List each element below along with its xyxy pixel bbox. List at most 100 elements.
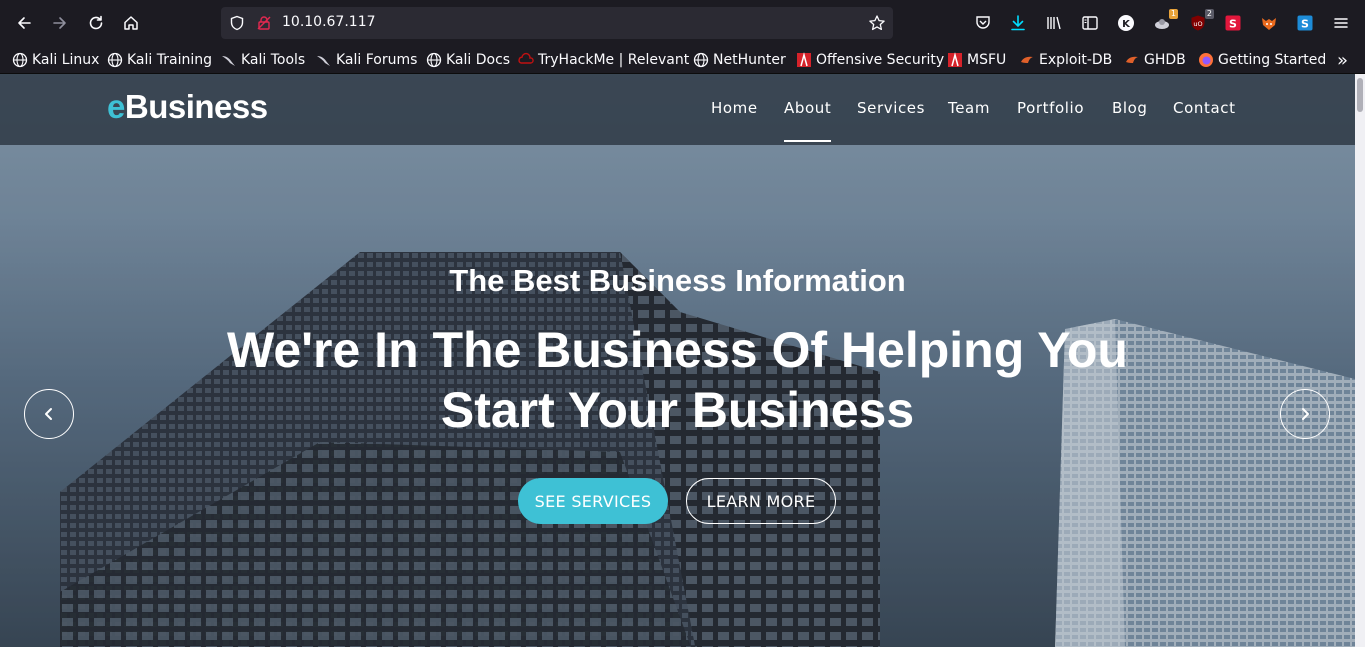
offsec-icon	[796, 52, 812, 68]
extension-k-button[interactable]: K	[1116, 13, 1136, 33]
extension-s-blue-button[interactable]: S	[1295, 13, 1315, 33]
bookmark-exploit-db[interactable]: Exploit-DB	[1019, 50, 1112, 70]
lock-icon[interactable]	[256, 15, 272, 31]
chevron-double-right-icon: »	[1337, 49, 1349, 71]
foxyproxy-button[interactable]	[1259, 13, 1279, 33]
menu-contact[interactable]: Contact	[1173, 99, 1236, 117]
logo-accent: e	[107, 88, 125, 125]
url-text[interactable]: 10.10.67.117	[282, 14, 376, 30]
app-menu-button[interactable]	[1331, 13, 1351, 33]
extension-s-button[interactable]: S	[1223, 13, 1243, 33]
bookmark-label: TryHackMe | Relevant	[538, 52, 690, 68]
tryhackme-icon	[518, 52, 534, 68]
back-button[interactable]	[10, 9, 38, 37]
ublock-button[interactable]: uO 2	[1188, 9, 1214, 33]
chevron-left-icon	[45, 408, 52, 420]
menu-services[interactable]: Services	[857, 99, 925, 117]
logo-text: Business	[124, 88, 268, 125]
pocket-button[interactable]	[973, 13, 993, 33]
library-icon	[1047, 16, 1061, 30]
globe-icon	[107, 52, 123, 68]
extension-s-icon: S	[1225, 15, 1241, 31]
menu-icon	[1334, 18, 1348, 28]
kali-dragon-icon	[316, 52, 332, 68]
extension-k-icon: K	[1118, 15, 1134, 31]
forward-button[interactable]	[46, 9, 74, 37]
kali-dragon-icon	[221, 52, 237, 68]
bookmarks-overflow-button[interactable]: »	[1337, 49, 1349, 71]
sidebar-icon	[1082, 16, 1098, 30]
extension-1-button[interactable]: 1	[1152, 9, 1178, 33]
globe-icon	[426, 52, 442, 68]
bookmark-nethunter[interactable]: NetHunter	[693, 50, 786, 70]
offsec-icon	[947, 52, 963, 68]
bookmark-label: NetHunter	[713, 52, 786, 68]
hero-subtitle: The Best Business Information	[449, 263, 906, 298]
bookmark-getting-started[interactable]: Getting Started	[1198, 50, 1326, 70]
pocket-icon	[976, 16, 990, 29]
globe-icon	[12, 52, 28, 68]
bookmark-label: Offensive Security	[816, 52, 945, 68]
hero-title-line-1: We're In The Business Of Helping You	[227, 322, 1128, 378]
see-services-button[interactable]: SEE SERVICES	[518, 478, 668, 524]
browser-toolbar: 10.10.67.117 K 1 uO 2 S S	[0, 0, 1365, 46]
exploitdb-icon	[1019, 52, 1035, 68]
home-icon	[124, 16, 138, 30]
svg-text:S: S	[1301, 18, 1309, 31]
chevron-right-icon	[1302, 408, 1309, 420]
library-button[interactable]	[1044, 13, 1064, 33]
firefox-icon	[1198, 52, 1214, 68]
bookmark-ghdb[interactable]: GHDB	[1124, 50, 1186, 70]
menu-home[interactable]: Home	[711, 99, 758, 117]
web-page: eBusiness Home About Services Team Portf…	[0, 74, 1355, 647]
extension-s-blue-icon: S	[1297, 15, 1313, 31]
page-scrollbar[interactable]	[1355, 74, 1365, 647]
bookmark-label: Kali Tools	[241, 52, 306, 68]
carousel-next-button[interactable]	[1280, 389, 1330, 439]
menu-portfolio[interactable]: Portfolio	[1017, 99, 1084, 117]
hero-title-line-2: Start Your Business	[440, 382, 915, 438]
bookmark-label: Kali Training	[127, 52, 212, 68]
learn-more-button[interactable]: LEARN MORE	[686, 478, 836, 524]
site-logo[interactable]: eBusiness	[107, 88, 268, 126]
bookmark-offensive-security[interactable]: Offensive Security	[796, 50, 944, 70]
svg-text:K: K	[1122, 19, 1131, 30]
hero-title: We're In The Business Of Helping You Sta…	[0, 320, 1355, 440]
sidebar-button[interactable]	[1080, 13, 1100, 33]
bookmark-kali-forums[interactable]: Kali Forums	[316, 50, 417, 70]
download-icon	[1011, 15, 1025, 31]
carousel-prev-button[interactable]	[24, 389, 74, 439]
bookmark-tryhackme[interactable]: TryHackMe | Relevant	[518, 50, 689, 70]
bookmark-label: Kali Linux	[32, 52, 100, 68]
bookmark-label: GHDB	[1144, 52, 1186, 68]
menu-about[interactable]: About	[784, 99, 831, 117]
bookmark-label: Kali Docs	[446, 52, 511, 68]
foxyproxy-icon	[1262, 18, 1276, 30]
globe-icon	[693, 52, 709, 68]
home-button[interactable]	[117, 9, 145, 37]
scrollbar-thumb[interactable]	[1357, 78, 1363, 112]
bookmark-kali-linux[interactable]: Kali Linux	[12, 50, 99, 70]
bookmark-msfu[interactable]: MSFU	[947, 50, 1006, 70]
forward-icon	[53, 17, 66, 29]
menu-team[interactable]: Team	[948, 99, 990, 117]
url-bar[interactable]: 10.10.67.117	[221, 7, 893, 39]
star-icon[interactable]	[868, 14, 886, 32]
back-icon	[18, 17, 31, 29]
bookmark-kali-tools[interactable]: Kali Tools	[221, 50, 305, 70]
bookmark-kali-docs[interactable]: Kali Docs	[426, 50, 510, 70]
ublock-badge: 2	[1204, 9, 1214, 19]
menu-active-indicator	[784, 140, 831, 142]
svg-text:uO: uO	[1193, 20, 1202, 28]
menu-blog[interactable]: Blog	[1112, 99, 1148, 117]
reload-icon	[89, 15, 103, 30]
exploitdb-icon	[1124, 52, 1140, 68]
reload-button[interactable]	[82, 9, 110, 37]
downloads-button[interactable]	[1008, 13, 1028, 33]
bookmark-kali-training[interactable]: Kali Training	[107, 50, 212, 70]
shield-icon[interactable]	[229, 15, 245, 31]
extension-1-badge: 1	[1168, 9, 1178, 19]
svg-text:S: S	[1229, 18, 1237, 31]
bookmark-label: Kali Forums	[336, 52, 418, 68]
bookmark-label: MSFU	[967, 52, 1007, 68]
